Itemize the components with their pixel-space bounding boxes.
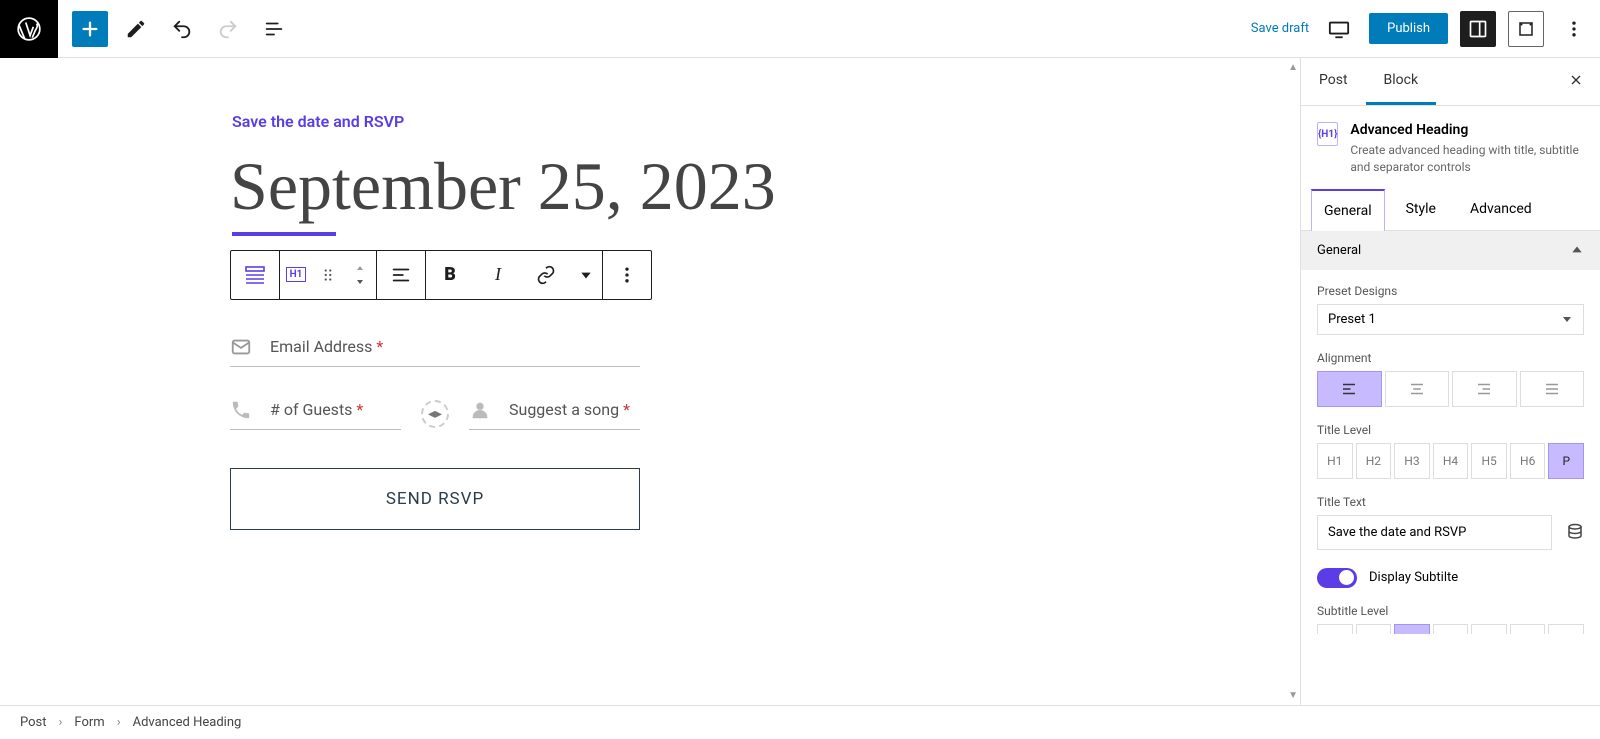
undo-button[interactable] <box>164 11 200 47</box>
alignment-options <box>1317 371 1584 407</box>
song-label: Suggest a song <box>509 400 619 419</box>
subtitle-level-label: Subtitle Level <box>1317 604 1584 618</box>
chevron-right-icon: › <box>117 715 121 730</box>
breadcrumb-item[interactable]: Advanced Heading <box>133 715 242 730</box>
guests-field[interactable]: # of Guests * <box>230 399 401 430</box>
close-sidebar-button[interactable] <box>1552 58 1600 105</box>
document-overview-button[interactable] <box>256 11 292 47</box>
options-menu-button[interactable] <box>1556 11 1592 47</box>
add-block-button[interactable] <box>72 11 108 47</box>
heading-main[interactable]: September 25, 2023 <box>230 149 1070 224</box>
link-button[interactable] <box>522 251 570 299</box>
inner-tab-style[interactable]: Style <box>1393 188 1449 230</box>
inner-tab-general[interactable]: General <box>1311 189 1385 231</box>
panel-general-header[interactable]: General <box>1301 231 1600 270</box>
title-level-options: H1 H2 H3 H4 H5 H6 P <box>1317 443 1584 479</box>
display-subtitle-toggle[interactable] <box>1317 568 1357 588</box>
email-field[interactable]: Email Address * <box>230 336 640 367</box>
dynamic-content-icon[interactable] <box>1566 523 1584 541</box>
publish-button[interactable]: Publish <box>1369 13 1448 44</box>
title-text-label: Title Text <box>1317 495 1584 509</box>
preset-designs-label: Preset Designs <box>1317 284 1584 298</box>
alignment-label: Alignment <box>1317 351 1584 365</box>
scroll-indicator-up: ▲ <box>1288 62 1298 73</box>
level-h5[interactable]: H5 <box>1471 443 1507 479</box>
more-rich-text-button[interactable] <box>570 251 602 299</box>
editor-canvas[interactable]: ▲ ▼ Save the date and RSVP September 25,… <box>0 58 1300 705</box>
scroll-indicator-down: ▼ <box>1288 690 1298 701</box>
title-text-input[interactable]: Save the date and RSVP <box>1317 515 1552 550</box>
level-h4[interactable]: H4 <box>1433 443 1469 479</box>
align-left-option[interactable] <box>1317 371 1382 407</box>
display-subtitle-label: Display Subtilte <box>1369 570 1458 585</box>
chevron-right-icon: › <box>59 715 63 730</box>
level-h3[interactable]: H3 <box>1394 443 1430 479</box>
heading-subtitle[interactable]: Save the date and RSVP <box>232 112 1070 131</box>
phone-icon <box>230 399 252 421</box>
guests-label: # of Guests <box>270 400 352 419</box>
tab-block[interactable]: Block <box>1366 58 1437 105</box>
settings-sidebar-toggle[interactable] <box>1460 11 1496 47</box>
adv-heading-icon: {H1} <box>1317 122 1338 146</box>
heading-separator <box>232 232 336 236</box>
edit-tool-button[interactable] <box>118 11 154 47</box>
settings-sidebar: Post Block {H1} Advanced Heading Create … <box>1300 58 1600 705</box>
block-title: Advanced Heading <box>1350 122 1584 138</box>
wordpress-logo[interactable] <box>0 0 58 58</box>
redo-button[interactable] <box>210 11 246 47</box>
bold-button[interactable]: B <box>426 251 474 299</box>
subtitle-level-options <box>1317 624 1584 634</box>
align-center-option[interactable] <box>1385 371 1450 407</box>
drag-handle[interactable] <box>312 251 344 299</box>
chevron-down-icon <box>1561 313 1573 325</box>
person-icon <box>469 399 491 421</box>
align-button[interactable] <box>377 251 425 299</box>
chevron-up-icon <box>1570 243 1584 257</box>
block-type-icon[interactable]: H1 <box>280 251 312 299</box>
move-handle[interactable] <box>344 251 376 299</box>
block-toolbar: H1 B I <box>230 250 652 300</box>
preview-button[interactable] <box>1321 11 1357 47</box>
level-h6[interactable]: H6 <box>1510 443 1546 479</box>
save-draft-button[interactable]: Save draft <box>1251 21 1309 36</box>
level-h1[interactable]: H1 <box>1317 443 1353 479</box>
align-justify-option[interactable] <box>1520 371 1585 407</box>
align-right-option[interactable] <box>1452 371 1517 407</box>
level-h2[interactable]: H2 <box>1356 443 1392 479</box>
breadcrumb-item[interactable]: Post <box>20 715 47 730</box>
email-label: Email Address <box>270 337 372 356</box>
preset-select[interactable]: Preset 1 <box>1317 304 1584 335</box>
title-level-label: Title Level <box>1317 423 1584 437</box>
block-options-button[interactable] <box>603 251 651 299</box>
song-field[interactable]: Suggest a song * <box>469 399 640 430</box>
breadcrumb: Post › Form › Advanced Heading <box>0 705 1600 739</box>
block-parent-button[interactable] <box>231 251 279 299</box>
mail-icon <box>230 336 252 358</box>
tab-post[interactable]: Post <box>1301 58 1366 105</box>
italic-button[interactable]: I <box>474 251 522 299</box>
block-description: Create advanced heading with title, subt… <box>1350 142 1584 176</box>
breadcrumb-item[interactable]: Form <box>74 715 104 730</box>
inner-tab-advanced[interactable]: Advanced <box>1457 188 1545 230</box>
level-p[interactable]: P <box>1548 443 1584 479</box>
template-button[interactable] <box>1508 11 1544 47</box>
top-toolbar: Save draft Publish <box>0 0 1600 58</box>
send-rsvp-button[interactable]: SEND RSVP <box>230 468 640 530</box>
column-resize-handle[interactable]: ◂▸ <box>421 400 449 428</box>
